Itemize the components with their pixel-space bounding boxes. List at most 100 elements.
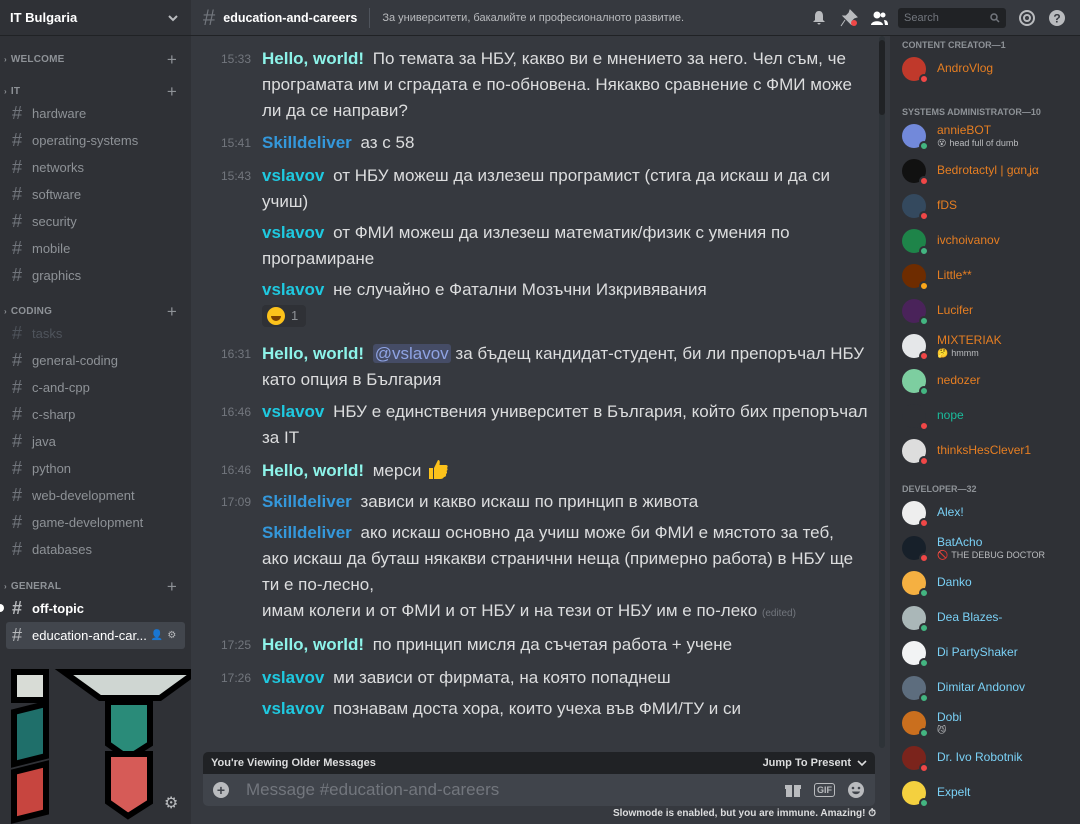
status-online-icon <box>919 140 929 151</box>
member-item[interactable]: Bedrotactyl | gαnʝα <box>890 153 1080 188</box>
channel-topic[interactable]: За университети, бакалийте и професионал… <box>382 12 684 24</box>
member-item[interactable]: Alex! <box>890 495 1080 530</box>
status-online-icon <box>919 692 929 703</box>
channel-off-topic[interactable]: # off-topic <box>6 595 185 622</box>
message-text: от ФМИ можеш да излезеш математик/физик … <box>262 223 790 268</box>
channel-education-and-careers[interactable]: # education-and-car... 👤 ⚙ <box>6 622 185 649</box>
author-name[interactable]: Hello, world! <box>262 49 364 68</box>
member-item[interactable]: ivchoivanov <box>890 223 1080 258</box>
channel-graphics[interactable]: # graphics <box>6 262 185 289</box>
member-item[interactable]: thinksHesClever1 <box>890 433 1080 468</box>
member-item[interactable]: Danko <box>890 565 1080 600</box>
channel-c-sharp[interactable]: # c-sharp <box>6 401 185 428</box>
invite-icon[interactable]: 👤 <box>151 630 163 641</box>
member-item[interactable]: Lucifer <box>890 293 1080 328</box>
channel-web-development[interactable]: # web-development <box>6 482 185 509</box>
author-name[interactable]: Skilldeliver <box>262 492 352 511</box>
author-name[interactable]: vslavov <box>262 223 324 242</box>
add-channel-icon[interactable]: + <box>167 303 177 320</box>
discord-window: IT Bulgaria › WELCOME + › IT + # hardware #… <box>0 0 1080 824</box>
author-name[interactable]: Hello, world! <box>262 344 364 363</box>
channel-security[interactable]: # security <box>6 208 185 235</box>
member-list: CONTENT CREATOR—1 AndroVlog SYSTEMS ADMI… <box>890 36 1080 824</box>
reaction-pill[interactable]: 1 <box>262 305 307 327</box>
author-name[interactable]: vslavov <box>262 699 324 718</box>
category-it[interactable]: › IT + <box>0 82 191 100</box>
gif-icon[interactable]: GIF <box>814 783 835 797</box>
category-general[interactable]: › GENERAL + <box>0 577 191 595</box>
member-item[interactable]: Dea Blazes- <box>890 600 1080 635</box>
channel-hardware[interactable]: # hardware <box>6 100 185 127</box>
member-item[interactable]: nedozer <box>890 363 1080 398</box>
search-input[interactable]: Search <box>898 8 1006 28</box>
member-item[interactable]: Expelt <box>890 775 1080 810</box>
author-name[interactable]: Skilldeliver <box>262 133 352 152</box>
category-coding[interactable]: › CODING + <box>0 302 191 320</box>
message: 16:46 Hello, world! мерси <box>191 457 879 484</box>
author-name[interactable]: Skilldeliver <box>262 523 352 542</box>
add-channel-icon[interactable]: + <box>167 51 177 68</box>
channel-databases[interactable]: # databases <box>6 536 185 563</box>
message: vslavov не случайно е Фатални Мозъчни Из… <box>191 277 879 333</box>
bell-icon[interactable] <box>804 6 834 30</box>
author-name[interactable]: vslavov <box>262 280 324 299</box>
emoji-picker-icon[interactable] <box>847 781 865 799</box>
channel-game-development[interactable]: # game-development <box>6 509 185 536</box>
jump-to-present-button[interactable]: Jump To Present <box>763 757 867 769</box>
chevron-down-icon <box>857 760 867 767</box>
gift-icon[interactable] <box>784 781 802 799</box>
member-item[interactable]: BatAcho 🚫 THE DEBUG DOCTOR <box>890 530 1080 565</box>
status-dnd-icon <box>919 455 929 466</box>
avatar <box>902 780 929 808</box>
mention-icon[interactable] <box>1012 6 1042 30</box>
category-welcome[interactable]: › WELCOME + <box>0 50 191 68</box>
member-item[interactable]: Dobi 😼 <box>890 705 1080 740</box>
channel-java[interactable]: # java <box>6 428 185 455</box>
help-icon[interactable]: ? <box>1042 6 1072 30</box>
hash-icon: # <box>12 130 23 150</box>
channel-general-coding[interactable]: # general-coding <box>6 347 185 374</box>
channel-tasks[interactable]: # tasks <box>6 320 185 347</box>
hash-icon: # <box>12 157 23 177</box>
channel-software[interactable]: # software <box>6 181 185 208</box>
avatar <box>902 535 929 563</box>
message-input[interactable] <box>246 780 784 800</box>
pin-icon[interactable] <box>834 6 864 30</box>
status-idle-icon <box>919 280 929 291</box>
member-item[interactable]: Little** <box>890 258 1080 293</box>
channel-operating-systems[interactable]: # operating-systems <box>6 127 185 154</box>
channel-c-and-cpp[interactable]: # c-and-cpp <box>6 374 185 401</box>
hash-icon: # <box>12 598 23 618</box>
channel-python[interactable]: # python <box>6 455 185 482</box>
add-channel-icon[interactable]: + <box>167 578 177 595</box>
user-mention[interactable]: @vslavov <box>372 344 451 363</box>
scrollbar-thumb[interactable] <box>879 40 885 115</box>
member-item[interactable]: fDS <box>890 188 1080 223</box>
author-name[interactable]: vslavov <box>262 402 324 421</box>
member-item[interactable]: Dimitar Andonov <box>890 670 1080 705</box>
author-name[interactable]: Hello, world! <box>262 635 364 654</box>
member-item[interactable]: MIXTERIAK 🤔 hmmm <box>890 328 1080 363</box>
member-item[interactable]: AndroVlog <box>890 51 1080 86</box>
members-icon[interactable] <box>864 6 894 30</box>
author-name[interactable]: vslavov <box>262 166 324 185</box>
avatar <box>902 403 929 431</box>
member-item[interactable]: Di PartyShaker <box>890 635 1080 670</box>
gear-icon[interactable]: ⚙ <box>167 630 176 641</box>
author-name[interactable]: Hello, world! <box>262 461 364 480</box>
hash-icon: # <box>12 431 23 451</box>
message-text: от НБУ можеш да излезеш програмист (стиг… <box>262 166 830 211</box>
member-item[interactable]: Dr. Ivo Robotnik <box>890 740 1080 775</box>
member-item[interactable]: annieBOT 😵 head full of dumb <box>890 118 1080 153</box>
upload-plus-icon[interactable]: + <box>213 782 229 798</box>
channel-networks[interactable]: # networks <box>6 154 185 181</box>
message: 15:41 Skilldeliver аз с 58 <box>191 130 879 156</box>
older-messages-banner: You're Viewing Older Messages Jump To Pr… <box>203 752 875 774</box>
user-settings-gear-icon[interactable]: ⚙ <box>164 796 180 812</box>
channel-mobile[interactable]: # mobile <box>6 235 185 262</box>
server-header[interactable]: IT Bulgaria <box>0 0 191 36</box>
author-name[interactable]: vslavov <box>262 668 324 687</box>
scrollbar-track[interactable] <box>879 36 885 748</box>
member-item[interactable]: nope <box>890 398 1080 433</box>
add-channel-icon[interactable]: + <box>167 83 177 100</box>
